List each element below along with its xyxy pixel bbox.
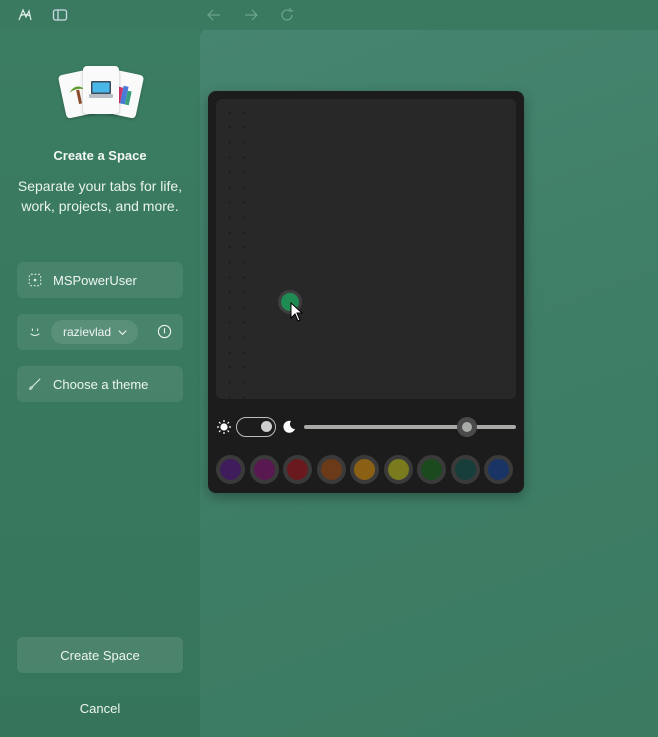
space-name-value: MSPowerUser bbox=[53, 272, 137, 288]
sidebar-toggle-icon[interactable] bbox=[51, 6, 69, 24]
dark-mode-toggle[interactable] bbox=[236, 417, 276, 437]
brush-icon bbox=[27, 376, 43, 392]
intensity-slider[interactable] bbox=[304, 417, 516, 437]
swatch-blue[interactable] bbox=[484, 455, 513, 484]
swatch-purple[interactable] bbox=[216, 455, 245, 484]
profile-name: razievlad bbox=[63, 325, 112, 339]
profile-dropdown[interactable]: razievlad bbox=[51, 320, 139, 344]
swatch-orange[interactable] bbox=[316, 455, 346, 484]
choose-theme-label: Choose a theme bbox=[53, 376, 149, 392]
moon-icon bbox=[283, 420, 295, 433]
color-swatches bbox=[216, 455, 516, 485]
swatch-red[interactable] bbox=[283, 455, 312, 484]
swatch-green[interactable] bbox=[417, 455, 446, 484]
panel-subtitle: Separate your tabs for life, work, proje… bbox=[17, 178, 183, 214]
theme-picker bbox=[208, 91, 524, 493]
smiley-icon[interactable] bbox=[27, 324, 43, 340]
mouse-cursor-icon bbox=[290, 302, 304, 322]
laptop-icon bbox=[83, 66, 119, 114]
space-name-input[interactable]: MSPowerUser bbox=[17, 262, 183, 298]
cancel-button[interactable]: Cancel bbox=[17, 692, 183, 724]
space-icon bbox=[27, 272, 43, 288]
refresh-icon[interactable] bbox=[278, 6, 296, 24]
forward-arrow-icon[interactable] bbox=[242, 6, 260, 24]
swatch-olive[interactable] bbox=[383, 455, 413, 484]
swatch-teal[interactable] bbox=[450, 455, 480, 484]
profile-row: razievlad bbox=[17, 314, 183, 350]
slider-thumb[interactable] bbox=[457, 417, 478, 437]
create-space-button[interactable]: Create Space bbox=[17, 637, 183, 673]
chevron-down-icon bbox=[118, 329, 127, 335]
choose-theme-button[interactable]: Choose a theme bbox=[17, 366, 183, 402]
spaces-logo-icon[interactable] bbox=[16, 6, 34, 24]
sun-icon bbox=[217, 420, 231, 434]
panel-title: Create a Space bbox=[53, 148, 147, 163]
info-icon[interactable] bbox=[157, 324, 173, 340]
swatch-amber[interactable] bbox=[350, 455, 379, 484]
mode-controls bbox=[216, 417, 516, 437]
color-canvas[interactable] bbox=[216, 99, 516, 399]
swatch-magenta[interactable] bbox=[249, 455, 279, 484]
back-arrow-icon[interactable] bbox=[205, 6, 223, 24]
hero-illustration bbox=[57, 66, 145, 119]
title-bar bbox=[0, 0, 658, 30]
